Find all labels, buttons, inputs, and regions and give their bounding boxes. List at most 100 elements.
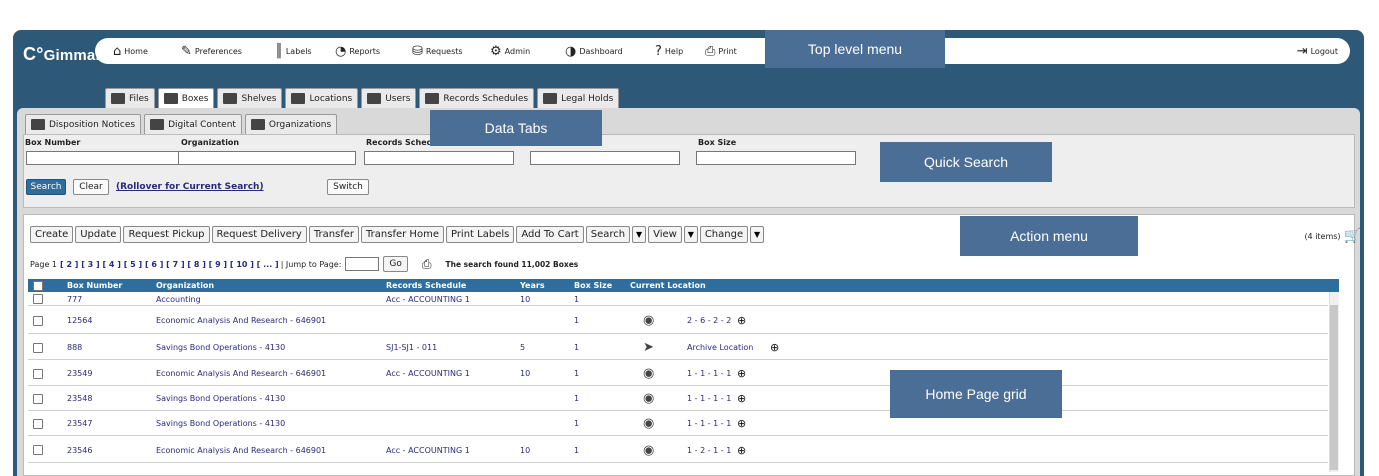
tab-users[interactable]: Users [361,88,417,108]
action-add-to-cart[interactable]: Add To Cart [516,226,584,243]
add-location-icon[interactable]: ⊕ [737,417,746,430]
box-number-link[interactable]: 23549 [67,369,92,378]
add-location-icon[interactable]: ⊕ [737,444,746,457]
clear-button[interactable]: Clear [73,179,109,195]
row-checkbox[interactable] [33,315,43,326]
action-transfer[interactable]: Transfer [308,226,360,243]
row-checkbox[interactable] [33,294,43,304]
action-request-delivery[interactable]: Request Delivery [211,226,307,243]
tab-boxes[interactable]: Boxes [157,88,215,108]
box-number-link[interactable]: 888 [67,343,82,352]
arrow-icon[interactable]: ➤ [643,340,654,355]
search-button[interactable]: Search [26,179,66,195]
cart-indicator[interactable]: (4 items) 🛒 [1304,228,1361,244]
menu-requests[interactable]: ⛁ Requests [412,42,463,60]
box-number-link[interactable]: 23547 [67,419,92,428]
col-box-size[interactable]: Box Size [574,281,612,290]
table-row[interactable]: 777 Accounting Acc - ACCOUNTING 1 10 1 [28,293,1328,306]
box-size-cell: 1 [574,343,580,352]
cart-icon[interactable]: 🛒 [1344,228,1361,244]
pin-icon[interactable]: ◉ [643,366,654,381]
col-box-number[interactable]: Box Number [67,281,122,290]
menu-home[interactable]: ⌂ Home [113,42,148,60]
col-current-location[interactable]: Current Location [630,281,706,290]
row-checkbox[interactable] [33,418,43,429]
box-size-cell: 1 [574,294,580,304]
jump-label: | Jump to Page: [280,259,342,269]
jump-to-page-input[interactable] [345,257,380,271]
action-request-pickup[interactable]: Request Pickup [123,226,210,243]
grid-scrollbar-thumb[interactable] [1330,305,1338,470]
action-change-button[interactable]: Change [699,226,749,243]
row-checkbox[interactable] [33,393,43,404]
tab-digital-content[interactable]: Digital Content [144,114,242,134]
go-button[interactable]: Go [383,256,408,272]
tab-legal-holds[interactable]: Legal Holds [537,88,620,108]
input-records-schedule[interactable] [364,151,514,165]
tab-shelves[interactable]: Shelves [217,88,283,108]
table-row[interactable]: 23547 Savings Bond Operations - 4130 1 ◉ 1… [28,412,1328,436]
table-row[interactable]: 23549 Economic Analysis And Research - 6… [28,362,1328,386]
switch-button[interactable]: Switch [327,179,369,195]
menu-admin[interactable]: ⚙ Admin [490,42,530,60]
row-checkbox[interactable] [33,342,43,353]
action-view-button[interactable]: View [648,226,682,243]
rollover-current-search-link[interactable]: (Rollover for Current Search) [116,182,264,192]
table-row[interactable]: 888 Savings Bond Operations - 4130 SJ1-S… [28,336,1328,360]
logout-button[interactable]: ⇥ Logout [1297,42,1338,60]
col-years[interactable]: Years [520,281,545,290]
input-box-size[interactable] [696,151,856,165]
location-cell: 2 - 6 - 2 - 2 [687,316,732,325]
chevron-down-icon[interactable]: ▼ [683,226,698,243]
chevron-down-icon[interactable]: ▼ [750,226,765,243]
table-row[interactable]: 23546 Economic Analysis And Research - 6… [28,438,1328,463]
table-row[interactable]: 12564 Economic Analysis And Research - 6… [28,308,1328,334]
row-checkbox[interactable] [33,445,43,455]
page-links[interactable]: [ 2 ] [ 3 ] [ 4 ] [ 5 ] [ 6 ] [ 7 ] [ 8 … [60,260,279,269]
pin-icon[interactable]: ◉ [643,443,654,458]
table-row[interactable]: 23548 Savings Bond Operations - 4130 1 ◉ 1… [28,387,1328,411]
menu-help[interactable]: ? Help [655,42,683,60]
box-number-link[interactable]: 23546 [67,446,92,455]
pager: Page 1 [ 2 ] [ 3 ] [ 4 ] [ 5 ] [ 6 ] [ 7… [30,256,578,272]
col-records-schedule[interactable]: Records Schedule [386,281,466,290]
action-create[interactable]: Create [30,226,74,243]
menu-print[interactable]: ⎙ Print [705,42,737,60]
tab-records-schedules[interactable]: Records Schedules [419,88,535,108]
select-all-checkbox[interactable] [33,280,43,291]
printer-icon[interactable]: ⎙ [422,257,432,272]
input-years[interactable] [530,151,680,165]
pin-icon[interactable]: ◉ [643,416,654,431]
tab-organizations[interactable]: Organizations [244,114,338,134]
location-cell: 1 - 1 - 1 - 1 [687,419,732,428]
gauge-icon: ◑ [565,43,577,59]
box-number-link[interactable]: 23548 [67,394,92,403]
action-search-button[interactable]: Search [585,226,631,243]
gimmal-logo[interactable]: C°Gimmal [23,44,100,65]
row-checkbox[interactable] [33,368,43,379]
action-transfer-home[interactable]: Transfer Home [361,226,444,243]
add-location-icon[interactable]: ⊕ [737,367,746,380]
input-box-number[interactable] [26,151,200,165]
pin-icon[interactable]: ◉ [643,391,654,406]
menu-preferences[interactable]: ✎ Preferences [181,42,242,60]
tab-files[interactable]: Files [105,88,155,108]
menu-labels[interactable]: ║ Labels [275,42,312,60]
tab-locations[interactable]: Locations [285,88,359,108]
action-print-labels[interactable]: Print Labels [445,226,515,243]
tab-disposition-notices[interactable]: Disposition Notices [25,114,142,134]
pin-icon[interactable]: ◉ [643,313,654,328]
menu-dashboard[interactable]: ◑ Dashboard [565,42,623,60]
add-location-icon[interactable]: ⊕ [737,314,746,327]
box-number-link[interactable]: 777 [67,295,82,304]
box-size-cell: 1 [574,419,580,428]
pin-icon [223,93,238,104]
col-organization[interactable]: Organization [156,281,214,290]
box-number-link[interactable]: 12564 [67,316,92,325]
add-location-icon[interactable]: ⊕ [770,341,779,354]
chevron-down-icon[interactable]: ▼ [632,226,647,243]
input-organization[interactable] [178,151,356,165]
menu-reports[interactable]: ◔ Reports [335,42,380,60]
action-update[interactable]: Update [75,226,122,243]
add-location-icon[interactable]: ⊕ [737,392,746,405]
